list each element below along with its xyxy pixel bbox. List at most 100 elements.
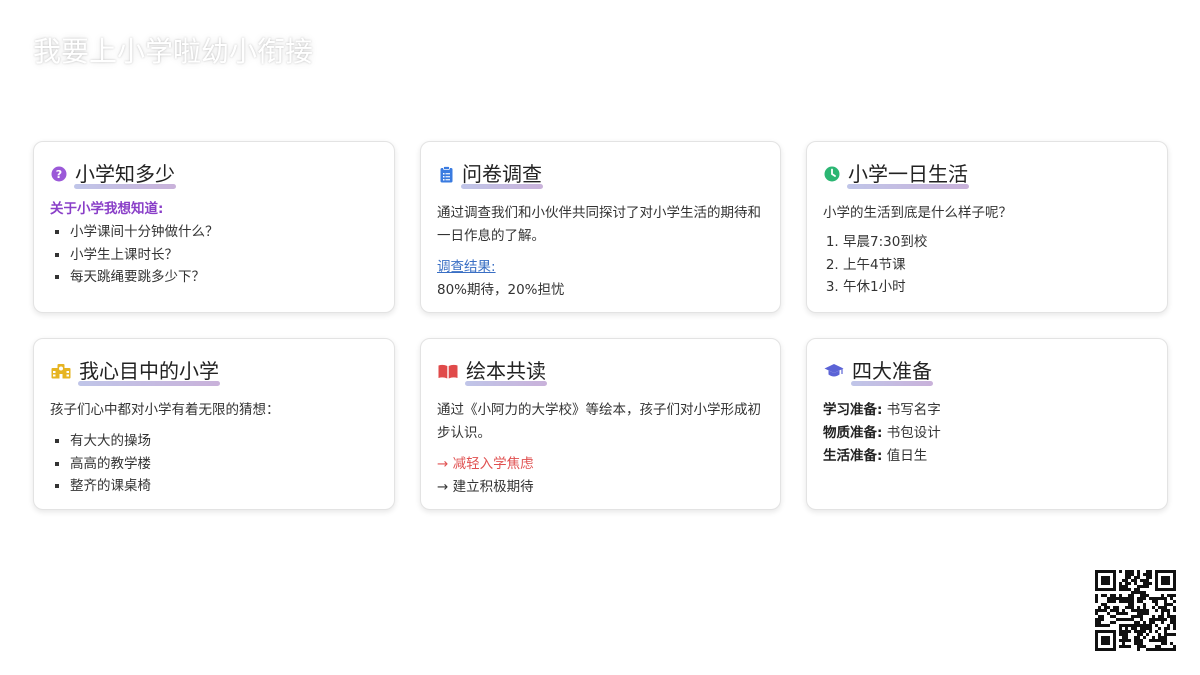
qr-module	[1101, 630, 1104, 633]
qr-module	[1164, 618, 1167, 621]
qr-module	[1119, 633, 1122, 636]
qr-module	[1101, 624, 1104, 627]
qr-module	[1155, 597, 1158, 600]
qr-module	[1161, 570, 1164, 573]
qr-module	[1155, 570, 1158, 573]
qr-module	[1164, 609, 1167, 612]
qr-module	[1164, 579, 1167, 582]
qr-module	[1155, 603, 1158, 606]
qr-module	[1122, 639, 1125, 642]
qr-module	[1125, 606, 1128, 609]
qr-module	[1098, 621, 1101, 624]
qr-module	[1131, 570, 1134, 573]
qr-module	[1107, 582, 1110, 585]
qr-module	[1098, 588, 1101, 591]
qr-module	[1128, 603, 1131, 606]
qr-module	[1131, 615, 1134, 618]
qr-module	[1125, 576, 1128, 579]
qr-module	[1140, 612, 1143, 615]
qr-module	[1173, 573, 1176, 576]
qr-module	[1107, 630, 1110, 633]
qr-module	[1113, 579, 1116, 582]
qr-module	[1170, 597, 1173, 600]
qr-module	[1149, 597, 1152, 600]
qr-module	[1161, 648, 1164, 651]
qr-module	[1101, 618, 1104, 621]
qr-module	[1107, 576, 1110, 579]
prep-label: 物质准备:	[823, 425, 883, 441]
qr-module	[1125, 612, 1128, 615]
qr-module	[1101, 609, 1104, 612]
qr-module	[1158, 633, 1161, 636]
qr-module	[1149, 618, 1152, 621]
list-item: 小学课间十分钟做什么？	[70, 221, 378, 244]
qr-module	[1101, 639, 1104, 642]
qr-module	[1095, 624, 1098, 627]
qr-module	[1119, 582, 1122, 585]
qr-module	[1143, 594, 1146, 597]
qr-module	[1137, 573, 1140, 576]
qr-module	[1107, 624, 1110, 627]
qr-module	[1131, 600, 1134, 603]
qr-module	[1158, 627, 1161, 630]
qr-module	[1152, 600, 1155, 603]
qr-module	[1167, 612, 1170, 615]
qr-module	[1173, 618, 1176, 621]
qr-module	[1140, 579, 1143, 582]
qr-module	[1155, 630, 1158, 633]
qr-module	[1113, 576, 1116, 579]
qr-module	[1152, 618, 1155, 621]
qr-module	[1113, 630, 1116, 633]
qr-module	[1101, 615, 1104, 618]
qr-module	[1173, 576, 1176, 579]
qr-module	[1137, 606, 1140, 609]
survey-results-link[interactable]: 调查结果:	[437, 256, 764, 279]
qr-module	[1146, 576, 1149, 579]
qr-module	[1137, 636, 1140, 639]
qr-module	[1155, 585, 1158, 588]
qr-module	[1137, 600, 1140, 603]
qr-module	[1158, 618, 1161, 621]
qr-module	[1137, 597, 1140, 600]
qr-module	[1095, 573, 1098, 576]
qr-module	[1146, 633, 1149, 636]
qr-module	[1155, 645, 1158, 648]
qr-module	[1164, 588, 1167, 591]
qr-module	[1113, 606, 1116, 609]
qr-module	[1122, 585, 1125, 588]
qr-module	[1137, 639, 1140, 642]
qr-module	[1167, 624, 1170, 627]
qr-module	[1098, 606, 1101, 609]
qr-module	[1140, 600, 1143, 603]
qr-module	[1143, 597, 1146, 600]
qr-module	[1143, 579, 1146, 582]
prep-value: 值日生	[886, 448, 928, 464]
qr-module	[1095, 579, 1098, 582]
qr-module	[1143, 624, 1146, 627]
qr-module	[1167, 609, 1170, 612]
qr-module	[1143, 630, 1146, 633]
list-item: 上午4节课	[843, 254, 1151, 277]
qr-module	[1125, 582, 1128, 585]
qr-module	[1095, 648, 1098, 651]
qr-module	[1104, 582, 1107, 585]
qr-module	[1143, 591, 1146, 594]
qr-module	[1128, 576, 1131, 579]
page-title: 我要上小学啦幼小衔接	[33, 35, 314, 68]
graduation-cap-icon	[823, 362, 845, 380]
question-list: 小学课间十分钟做什么？ 小学生上课时长？ 每天跳绳要跳多少下？	[50, 221, 378, 289]
qr-module	[1173, 624, 1176, 627]
qr-module	[1128, 594, 1131, 597]
qr-module	[1095, 618, 1098, 621]
qr-module	[1137, 615, 1140, 618]
qr-module	[1155, 639, 1158, 642]
qr-module	[1098, 648, 1101, 651]
qr-module	[1104, 603, 1107, 606]
qr-module	[1167, 570, 1170, 573]
qr-module	[1167, 648, 1170, 651]
qr-module	[1119, 588, 1122, 591]
qr-module	[1101, 648, 1104, 651]
qr-module	[1137, 648, 1140, 651]
qr-module	[1143, 573, 1146, 576]
qr-module	[1173, 627, 1176, 630]
